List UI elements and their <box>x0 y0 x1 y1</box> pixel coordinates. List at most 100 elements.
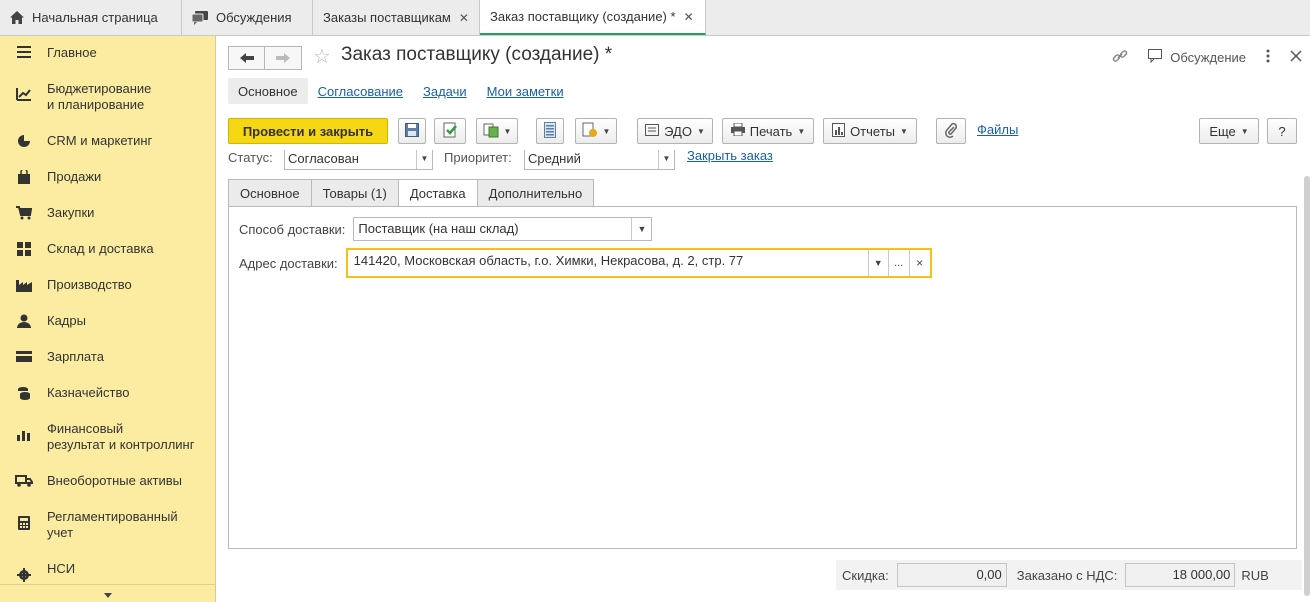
document-structure-icon <box>544 121 556 141</box>
more-label: Еще <box>1209 123 1236 139</box>
close-icon[interactable] <box>1290 50 1302 65</box>
close-icon[interactable]: ✕ <box>684 10 694 24</box>
status-field[interactable]: Согласован ▼ <box>284 150 433 170</box>
sidebar-item-label: Склад и доставка <box>47 241 154 256</box>
close-icon[interactable]: ✕ <box>459 11 469 25</box>
clear-icon[interactable]: × <box>908 250 930 276</box>
dropdown-arrow-icon: ▼ <box>1240 126 1249 136</box>
sidebar-item-fixed-assets[interactable]: Внеоборотные активы <box>0 473 216 489</box>
sidebar-item-salary[interactable]: Зарплата <box>0 349 216 365</box>
save-icon <box>405 122 419 140</box>
dropdown-arrow-icon[interactable]: ▼ <box>867 250 888 276</box>
sidebar-item-nsi[interactable]: НСИ <box>0 561 216 582</box>
sidebar-scroll-down[interactable] <box>0 584 216 602</box>
subnav-main[interactable]: Основное <box>228 78 308 104</box>
discussion-button[interactable]: Обсуждение <box>1148 49 1246 66</box>
sidebar-item-label: Продажи <box>47 169 102 184</box>
sidebar-item-label: Главное <box>47 45 97 60</box>
ordered-vat-field: 18 000,00 <box>1125 563 1236 587</box>
tab-supplier-order-create-label: Заказ поставщику (создание) * <box>490 9 676 24</box>
related-documents-icon <box>582 122 598 141</box>
tab-main[interactable]: Основное <box>228 179 311 207</box>
sidebar-item-label: Кадры <box>47 313 86 328</box>
sidebar-item-label: НСИ <box>47 561 76 576</box>
discussion-label: Обсуждение <box>1170 50 1246 65</box>
tab-home[interactable]: Начальная страница <box>0 0 182 35</box>
more-button[interactable]: Еще ▼ <box>1199 118 1259 144</box>
sidebar-item-regulated-accounting[interactable]: Регламентированный учет <box>0 509 216 541</box>
dropdown-arrow-icon[interactable]: ▼ <box>416 150 432 169</box>
delivery-method-value: Поставщик (на наш склад) <box>358 221 519 236</box>
dropdown-arrow-icon[interactable]: ▼ <box>631 218 651 240</box>
discount-label: Скидка: <box>842 567 889 583</box>
sidebar-item-production[interactable]: Производство <box>0 277 216 293</box>
post-button[interactable] <box>434 118 466 144</box>
truck-icon <box>0 473 47 487</box>
sidebar-item-treasury[interactable]: Казначейство <box>0 385 216 401</box>
link-icon[interactable] <box>1112 48 1128 67</box>
priority-value: Средний <box>528 151 581 166</box>
tab-home-label: Начальная страница <box>32 10 158 25</box>
close-order-link[interactable]: Закрыть заказ <box>687 150 773 163</box>
attach-button[interactable] <box>936 118 966 144</box>
vertical-scrollbar[interactable] <box>1304 176 1310 596</box>
sidebar-item-financial-result[interactable]: Финансовый результат и контроллинг <box>0 421 216 453</box>
subnav-approval[interactable]: Согласование <box>308 78 413 104</box>
reports-label: Отчеты <box>850 123 895 139</box>
calculator-icon <box>0 509 47 530</box>
tab-discussions-label: Обсуждения <box>216 10 292 25</box>
delivery-address-field[interactable]: 141420, Московская область, г.о. Химки, … <box>345 248 932 278</box>
tab-supplier-orders[interactable]: Заказы поставщикам ✕ <box>313 0 480 35</box>
tab-delivery[interactable]: Доставка <box>397 179 477 207</box>
tab-discussions[interactable]: Обсуждения <box>182 0 313 35</box>
sidebar-item-hr[interactable]: Кадры <box>0 313 216 329</box>
edo-button[interactable]: ЭДО ▼ <box>637 118 713 144</box>
structure-button[interactable] <box>536 118 564 144</box>
subnav-tasks[interactable]: Задачи <box>413 78 477 104</box>
paperclip-icon <box>945 122 958 141</box>
back-button[interactable] <box>228 46 265 70</box>
tab-additional[interactable]: Дополнительно <box>476 179 595 207</box>
related-documents-button[interactable]: ▼ <box>575 118 617 144</box>
priority-field[interactable]: Средний ▼ <box>524 150 675 170</box>
sidebar-item-warehouse[interactable]: Склад и доставка <box>0 241 216 257</box>
form-tabs: Основное Товары (1) Доставка Дополнитель… <box>228 179 595 207</box>
pie-chart-icon <box>0 133 47 148</box>
select-ellipsis-button[interactable]: ... <box>887 250 909 276</box>
print-label: Печать <box>749 123 793 139</box>
post-and-close-button[interactable]: Провести и закрыть <box>228 118 388 144</box>
bar-chart-icon <box>0 421 47 441</box>
sidebar-item-purchases[interactable]: Закупки <box>0 205 216 221</box>
forward-button[interactable] <box>265 46 302 70</box>
more-vertical-icon[interactable] <box>1266 49 1270 66</box>
edo-label: ЭДО <box>664 123 692 139</box>
menu-icon <box>0 45 47 58</box>
sidebar-item-label: Закупки <box>47 205 95 220</box>
files-link[interactable]: Файлы <box>977 122 1018 137</box>
sidebar-item-main[interactable]: Главное <box>0 45 216 61</box>
sidebar-item-budgeting[interactable]: Бюджетирование и планирование <box>0 81 216 113</box>
report-icon <box>832 122 846 140</box>
delivery-method-field[interactable]: Поставщик (на наш склад) ▼ <box>353 217 653 241</box>
reports-button[interactable]: Отчеты ▼ <box>823 118 917 144</box>
help-button[interactable]: ? <box>1267 118 1297 144</box>
save-button[interactable] <box>398 118 426 144</box>
create-based-on-button[interactable]: ▼ <box>476 118 518 144</box>
delivery-address-label: Адрес доставки: <box>239 255 338 271</box>
status-value: Согласован <box>288 151 359 166</box>
print-button[interactable]: Печать ▼ <box>722 118 814 144</box>
favorite-star-icon[interactable]: ☆ <box>313 46 331 68</box>
subnav-my-notes[interactable]: Мои заметки <box>477 78 574 104</box>
ordered-vat-label: Заказано с НДС: <box>1016 567 1118 583</box>
dropdown-arrow-icon[interactable]: ▼ <box>658 150 674 169</box>
arrow-left-icon <box>239 51 254 66</box>
tab-goods[interactable]: Товары (1) <box>310 179 398 207</box>
dropdown-arrow-icon: ▼ <box>503 126 512 136</box>
sidebar-item-sales[interactable]: Продажи <box>0 169 216 185</box>
status-label: Статус: <box>228 150 273 165</box>
currency-label: RUB <box>1241 567 1269 583</box>
sidebar-item-crm[interactable]: CRM и маркетинг <box>0 133 216 149</box>
tab-supplier-order-create[interactable]: Заказ поставщику (создание) * ✕ <box>480 0 706 35</box>
priority-label: Приоритет: <box>444 150 512 165</box>
edo-icon <box>645 123 660 139</box>
